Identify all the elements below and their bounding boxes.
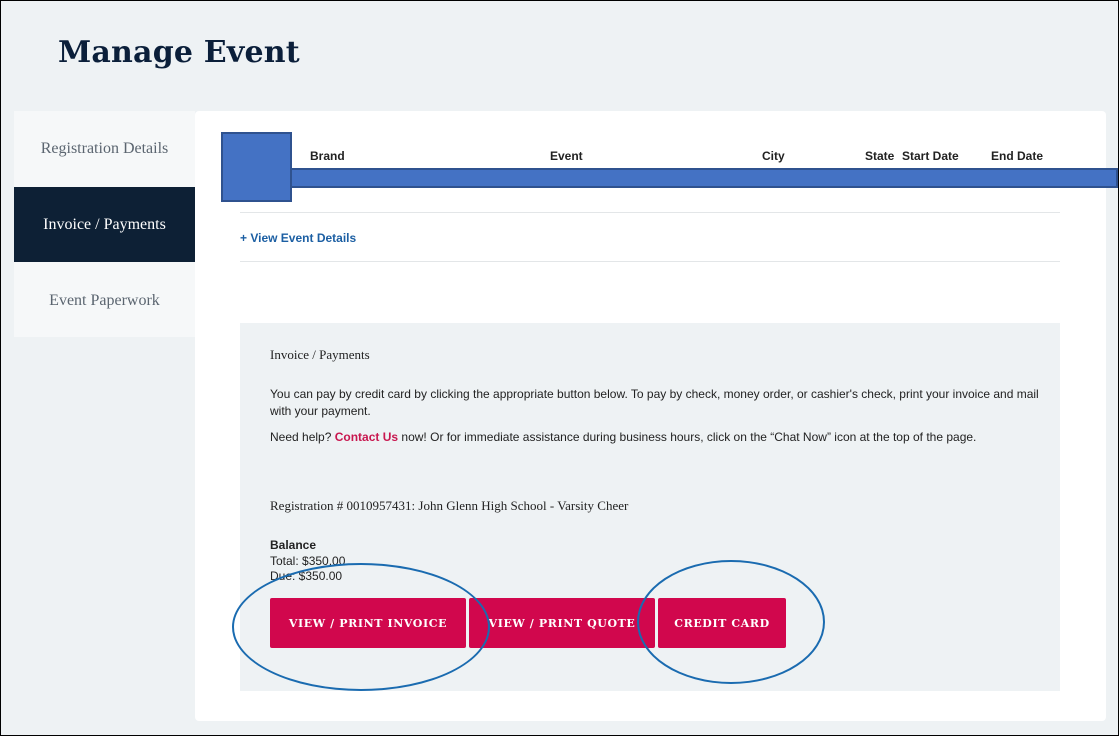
redaction-block bbox=[221, 132, 292, 202]
view-print-quote-button[interactable]: View / Print Quote bbox=[469, 598, 655, 648]
help-prefix: Need help? bbox=[270, 430, 332, 444]
balance-total: Total: $350.00 bbox=[270, 554, 346, 568]
sidebar-item-invoice-payments[interactable]: Invoice / Payments bbox=[14, 187, 195, 262]
divider bbox=[240, 212, 1060, 213]
redaction-bar bbox=[290, 168, 1118, 188]
payment-instructions: You can pay by credit card by clicking t… bbox=[270, 387, 1039, 418]
balance-due: Due: $350.00 bbox=[270, 569, 343, 583]
screenshot-frame: Manage Event Registration Details Invoic… bbox=[0, 0, 1119, 736]
column-header-end-date: End Date bbox=[991, 149, 1044, 163]
column-header-event: Event bbox=[550, 149, 583, 163]
page-title: Manage Event bbox=[58, 35, 300, 70]
sidebar-nav: Registration Details Invoice / Payments … bbox=[14, 111, 195, 337]
column-header-brand: Brand bbox=[310, 149, 345, 163]
contact-us-link[interactable]: Contact Us bbox=[335, 430, 398, 444]
invoice-payments-panel: Invoice / Payments You can pay by credit… bbox=[240, 323, 1060, 691]
divider bbox=[240, 261, 1060, 262]
column-header-city: City bbox=[762, 149, 785, 163]
view-event-details-link[interactable]: + View Event Details bbox=[240, 231, 356, 245]
panel-heading: Invoice / Payments bbox=[270, 347, 370, 362]
column-header-state: State bbox=[865, 149, 895, 163]
sidebar-item-event-paperwork[interactable]: Event Paperwork bbox=[14, 263, 195, 338]
help-suffix: now! Or for immediate assistance during … bbox=[401, 430, 977, 444]
registration-number: Registration # 0010957431: John Glenn Hi… bbox=[270, 498, 629, 513]
view-print-invoice-button[interactable]: View / Print Invoice bbox=[270, 598, 466, 648]
column-header-start-date: Start Date bbox=[902, 149, 959, 163]
sidebar-item-registration-details[interactable]: Registration Details bbox=[14, 111, 195, 186]
credit-card-button[interactable]: Credit Card bbox=[658, 598, 786, 648]
balance-label: Balance bbox=[270, 538, 317, 552]
help-text: Need help? Contact Us now! Or for immedi… bbox=[270, 429, 1040, 446]
